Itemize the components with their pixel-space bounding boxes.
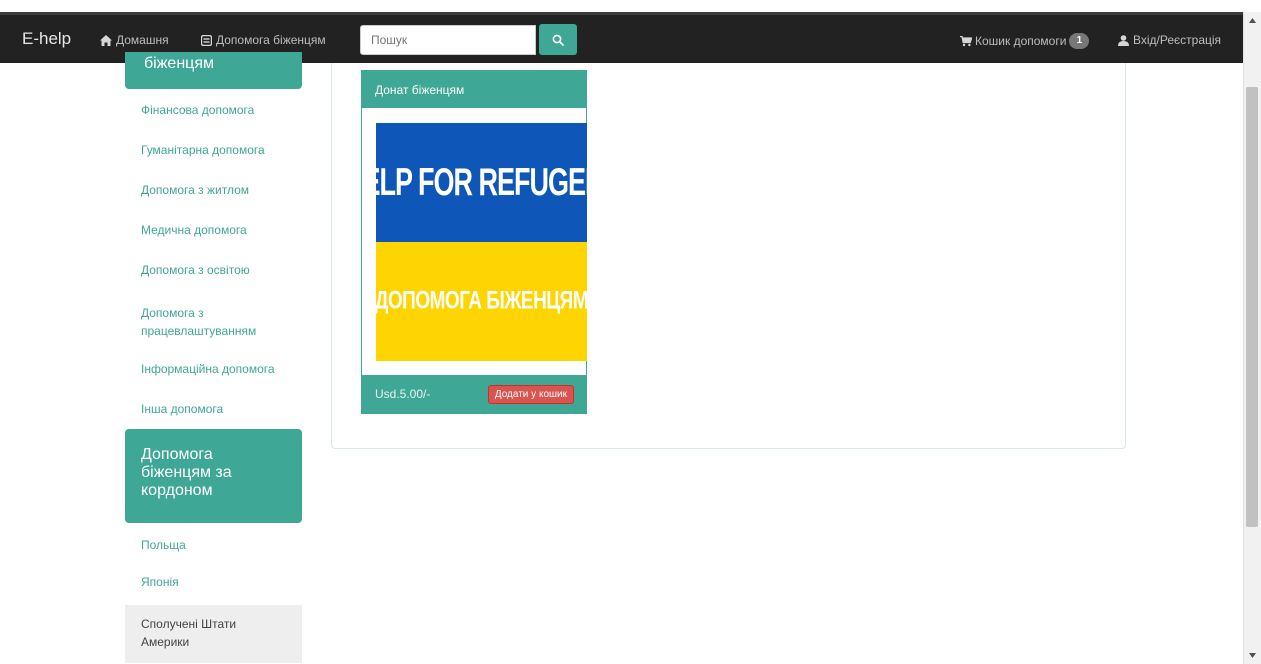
triangle-down-icon	[1249, 653, 1256, 658]
brand-logo[interactable]: E-help	[22, 29, 71, 49]
image-text-english: HELP FOR REFUGEES	[376, 160, 587, 204]
triangle-up-icon	[1249, 18, 1256, 23]
sidebar-item-other[interactable]: Інша допомога	[125, 402, 302, 416]
sidebar-item-humanitarian[interactable]: Гуманітарна допомога	[125, 143, 302, 157]
search-button[interactable]	[539, 24, 577, 55]
scroll-down-arrow[interactable]	[1244, 647, 1261, 664]
add-to-cart-button[interactable]: Додати у кошик	[487, 384, 574, 404]
sidebar-item-usa[interactable]: Сполучені Штати Америки	[125, 605, 302, 663]
sidebar-category-header[interactable]: біженцям	[125, 52, 302, 89]
product-card: Донат біженцям HELP FOR REFUGEES ДОПОМОГ…	[361, 70, 587, 414]
flag-yellow-band: ДОПОМОГА БІЖЕНЦЯМ	[376, 242, 587, 361]
user-icon	[1118, 34, 1129, 46]
home-icon	[100, 34, 112, 46]
sidebar-item-employment[interactable]: Допомога з працевлаштуванням	[125, 304, 275, 340]
nav-refugee-help-link[interactable]: Допомога біженцям	[201, 33, 326, 47]
nav-home-link[interactable]: Домашня	[100, 33, 169, 47]
image-text-ukrainian: ДОПОМОГА БІЖЕНЦЯМ	[376, 287, 587, 315]
sidebar-item-usa-label: Сполучені Штати Америки	[141, 617, 237, 649]
search-input[interactable]	[360, 25, 536, 55]
sidebar-item-education[interactable]: Допомога з освітою	[125, 263, 302, 277]
list-box-icon	[201, 34, 212, 46]
sidebar-item-housing[interactable]: Допомога з житлом	[125, 183, 302, 197]
sidebar-item-japan[interactable]: Японія	[125, 575, 302, 589]
sidebar-item-information[interactable]: Інформаційна допомога	[125, 362, 302, 376]
cart-icon	[960, 35, 972, 46]
scroll-up-arrow[interactable]	[1244, 12, 1261, 29]
page-scrollbar[interactable]	[1243, 12, 1261, 664]
flag-blue-band: HELP FOR REFUGEES	[376, 123, 587, 242]
sidebar-category-header-label: біженцям	[144, 55, 214, 72]
nav-login-label: Вхід/Реєстрація	[1133, 33, 1222, 47]
nav-home-label: Домашня	[116, 33, 169, 47]
sidebar-item-poland[interactable]: Польща	[125, 538, 302, 552]
nav-cart-link[interactable]: Кошик допомоги 1	[960, 33, 1090, 49]
sidebar-abroad-header-label: Допомога біженцям за кордоном	[141, 446, 232, 499]
sidebar-item-medical[interactable]: Медична допомога	[125, 223, 302, 237]
product-title[interactable]: Донат біженцям	[362, 71, 586, 108]
nav-cart-label: Кошик допомоги	[975, 34, 1067, 48]
product-footer: Usd.5.00/- Додати у кошик	[362, 375, 586, 413]
nav-login-link[interactable]: Вхід/Реєстрація	[1118, 33, 1221, 47]
search-icon	[552, 34, 564, 46]
cart-count-badge: 1	[1069, 33, 1090, 49]
sidebar-item-financial[interactable]: Фінансова допомога	[125, 103, 302, 117]
product-image[interactable]: HELP FOR REFUGEES ДОПОМОГА БІЖЕНЦЯМ	[376, 123, 587, 361]
top-strip	[0, 0, 1243, 12]
sidebar-abroad-header[interactable]: Допомога біженцям за кордоном	[125, 429, 302, 523]
scrollbar-thumb[interactable]	[1246, 87, 1258, 527]
nav-refugee-help-label: Допомога біженцям	[216, 33, 326, 47]
product-price: Usd.5.00/-	[375, 387, 431, 401]
